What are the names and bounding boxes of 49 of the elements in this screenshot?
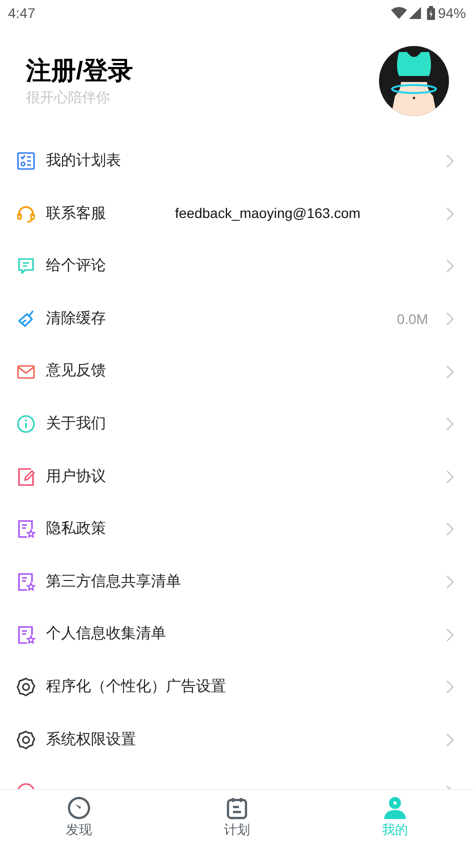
doc-star-icon [16,624,36,645]
checklist-icon [16,151,36,172]
gear-icon [16,677,36,698]
broom-icon [16,309,36,330]
menu-item[interactable]: 联系客服 [46,202,175,226]
menu-item[interactable]: 关于我们 [46,413,106,436]
chevron-icon [446,417,454,432]
clipboard-icon [225,796,249,820]
chevron-icon [446,206,454,221]
menu-item[interactable]: 意见反馈 [46,360,106,383]
menu-item[interactable]: 我的计划表 [46,150,121,173]
chevron-icon [446,680,454,694]
signal-icon [408,7,421,19]
menu-item[interactable]: 用户协议 [46,466,106,488]
doc-star-icon [16,519,36,540]
email-text: feedback_maoying@163.com [175,204,360,224]
tab[interactable]: 计划 [158,790,316,843]
gear-icon [16,730,36,750]
chevron-icon [446,470,454,484]
menu-item[interactable]: 系统权限设置 [46,728,136,752]
login-title[interactable]: 注册/登录 [26,54,379,86]
chevron-icon [446,312,454,326]
cache-size: 0.0M [396,310,428,329]
info-icon [16,414,36,434]
tab[interactable]: 发现 [0,790,158,843]
menu-item[interactable]: 给个评论 [46,255,106,278]
status-time: 4:47 [8,4,36,22]
edit-icon [16,466,36,487]
doc-star-icon [16,572,36,592]
chevron-icon [446,522,454,536]
menu-item[interactable]: 第三方信息共享清单 [46,570,181,594]
chevron-icon [446,364,454,379]
wifi-icon [390,7,407,19]
compass-icon [67,796,91,820]
chevron-icon [446,259,454,274]
menu-item[interactable]: 清除缓存 [46,308,106,330]
menu-item[interactable]: 程序化（个性化）广告设置 [46,676,226,698]
chevron-icon [446,575,454,590]
battery-percent: 94% [438,4,466,22]
subtitle: 很开心陪伴你 [26,88,111,106]
menu-item[interactable]: 个人信息收集清单 [46,623,166,646]
chevron-icon [446,628,454,642]
headset-icon [16,204,36,224]
menu-item[interactable]: 隐私政策 [46,518,106,541]
chevron-icon [446,732,454,747]
chevron-icon [446,154,454,168]
battery-icon [426,6,435,20]
person-icon [383,796,407,820]
chat-icon [16,256,36,276]
